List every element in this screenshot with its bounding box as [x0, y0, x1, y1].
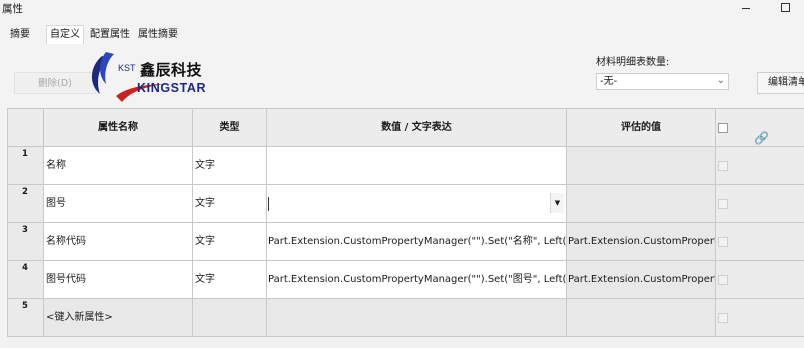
- window-title: 属性: [2, 3, 23, 15]
- link-cell: [716, 223, 804, 261]
- property-name-cell[interactable]: 名称代码: [44, 223, 193, 261]
- maximize-icon: [780, 2, 790, 12]
- row-number: 5: [7, 299, 44, 337]
- link-icon[interactable]: 🔗: [754, 120, 769, 146]
- column-header-value: 数值 / 文字表达: [267, 108, 567, 147]
- column-header-type: 类型: [193, 108, 267, 147]
- property-value-cell[interactable]: Part.Extension.CustomPropertyManager("")…: [267, 223, 567, 261]
- select-all-checkbox[interactable]: [718, 123, 728, 133]
- row-checkbox[interactable]: [718, 237, 728, 247]
- title-bar: 属性: [0, 0, 804, 16]
- property-type-cell[interactable]: 文字: [193, 185, 267, 223]
- minimize-button[interactable]: [735, 0, 757, 14]
- row-checkbox[interactable]: [718, 161, 728, 171]
- column-header-name: 属性名称: [44, 108, 193, 147]
- property-type-cell[interactable]: 文字: [193, 147, 267, 185]
- property-name-cell[interactable]: 名称: [44, 147, 193, 185]
- column-header-link: 🔗: [716, 108, 804, 147]
- properties-table: 属性名称 类型 数值 / 文字表达 评估的值 🔗 1 名称 文字 2 图号 文字…: [7, 108, 804, 348]
- property-value-cell[interactable]: [267, 299, 567, 337]
- link-cell: [716, 299, 804, 337]
- logo-chinese-text: 鑫辰科技: [140, 61, 203, 79]
- row-checkbox[interactable]: [718, 199, 728, 209]
- row-checkbox[interactable]: [718, 275, 728, 285]
- property-type-cell[interactable]: 文字: [193, 261, 267, 299]
- evaluated-value-cell: Part.Extension.CustomPropertyMana: [567, 261, 716, 299]
- link-cell: [716, 147, 804, 185]
- evaluated-value-cell: Part.Extension.CustomPropertyMana: [567, 223, 716, 261]
- bom-quantity-select[interactable]: -无- ⌄: [596, 73, 729, 90]
- new-property-cell[interactable]: <键入新属性>: [44, 299, 193, 337]
- tab-property-summary[interactable]: 属性摘要: [135, 27, 181, 43]
- logo-english-text: KINGSTAR: [137, 81, 207, 95]
- corner-header: [7, 108, 44, 147]
- row-number: 2: [7, 185, 44, 223]
- row-number: 3: [7, 223, 44, 261]
- table-empty-area: [7, 337, 804, 348]
- delete-button[interactable]: 删除(D): [14, 72, 96, 94]
- link-cell: [716, 185, 804, 223]
- dropdown-arrow-icon[interactable]: ▼: [550, 193, 564, 213]
- tab-summary[interactable]: 摘要: [7, 27, 33, 43]
- tab-custom[interactable]: 自定义: [46, 25, 84, 44]
- bom-quantity-value: -无-: [600, 76, 618, 87]
- evaluated-value-cell: [567, 299, 716, 337]
- text-cursor: [268, 197, 269, 211]
- row-number: 1: [7, 147, 44, 185]
- property-value-cell[interactable]: Part.Extension.CustomPropertyManager("")…: [267, 261, 567, 299]
- property-name-cell[interactable]: 图号代码: [44, 261, 193, 299]
- tab-config-properties[interactable]: 配置属性: [87, 27, 133, 43]
- maximize-button[interactable]: [774, 0, 796, 14]
- link-cell: [716, 261, 804, 299]
- row-checkbox[interactable]: [718, 313, 728, 323]
- column-header-evaluated: 评估的值: [567, 108, 716, 147]
- evaluated-value-cell: [567, 147, 716, 185]
- property-type-cell[interactable]: [193, 299, 267, 337]
- evaluated-value-cell: [567, 185, 716, 223]
- bom-quantity-label: 材料明细表数量:: [596, 57, 670, 68]
- chevron-down-icon: ⌄: [716, 75, 725, 86]
- property-name-cell[interactable]: 图号: [44, 185, 193, 223]
- minimize-icon: [742, 7, 750, 9]
- edit-list-button[interactable]: 编辑清单: [757, 72, 804, 94]
- property-type-cell[interactable]: 文字: [193, 223, 267, 261]
- logo-kst-text: KST: [118, 63, 136, 73]
- property-value-editor[interactable]: ▼: [267, 185, 567, 223]
- tab-bar: 摘要 自定义 配置属性 属性摘要: [0, 25, 804, 44]
- property-value-cell[interactable]: [267, 147, 567, 185]
- row-number: 4: [7, 261, 44, 299]
